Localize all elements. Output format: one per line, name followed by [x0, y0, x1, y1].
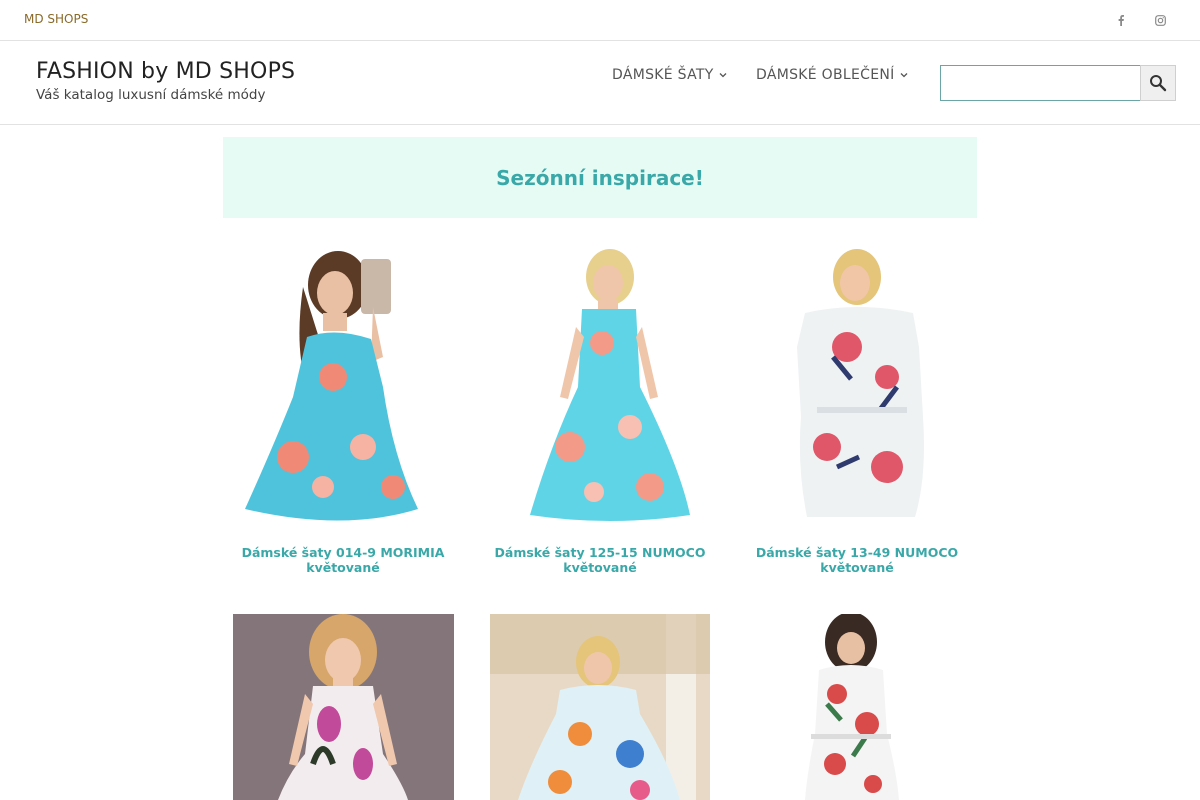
top-brand-link[interactable]: MD SHOPS: [24, 12, 88, 26]
top-bar: MD SHOPS: [0, 0, 1200, 41]
search-input[interactable]: [940, 65, 1141, 101]
product-photo-3: [747, 247, 967, 523]
product-title[interactable]: Dámské šaty 13-49 NUMOCO květované: [747, 545, 967, 575]
product-image[interactable]: [233, 614, 454, 800]
product-image[interactable]: [490, 614, 710, 800]
search-button[interactable]: [1140, 65, 1176, 101]
product-photo-1: [233, 247, 453, 523]
nav-item-damske-obleceni[interactable]: DÁMSKÉ OBLEČENÍ: [756, 67, 909, 83]
banner-heading: Sezónní inspirace!: [496, 165, 704, 190]
product-photo-4: [233, 614, 454, 800]
nav-item-label: DÁMSKÉ ŠATY: [612, 67, 714, 83]
product-photo-5: [490, 614, 710, 800]
instagram-icon[interactable]: [1154, 13, 1166, 27]
product-title[interactable]: Dámské šaty 125-15 NUMOCO květované: [490, 545, 710, 575]
product-image[interactable]: [747, 614, 967, 800]
facebook-icon[interactable]: [1115, 13, 1127, 27]
product-image[interactable]: [233, 247, 453, 523]
site-header: FASHION by MD SHOPS Váš katalog luxusní …: [0, 42, 1200, 125]
seasonal-banner: Sezónní inspirace!: [223, 137, 977, 218]
product-image[interactable]: [490, 247, 710, 523]
search-icon: [1149, 74, 1167, 92]
site-title[interactable]: FASHION by MD SHOPS: [36, 59, 295, 84]
nav-item-label: DÁMSKÉ OBLEČENÍ: [756, 67, 895, 83]
product-title[interactable]: Dámské šaty 014-9 MORIMIA květované: [233, 545, 453, 575]
product-photo-6: [747, 614, 967, 800]
product-image[interactable]: [747, 247, 967, 523]
product-photo-2: [490, 247, 710, 523]
site-tagline: Váš katalog luxusní dámské módy: [36, 87, 266, 103]
chevron-down-icon: [899, 70, 909, 80]
nav-item-damske-saty[interactable]: DÁMSKÉ ŠATY: [612, 67, 728, 83]
chevron-down-icon: [718, 70, 728, 80]
